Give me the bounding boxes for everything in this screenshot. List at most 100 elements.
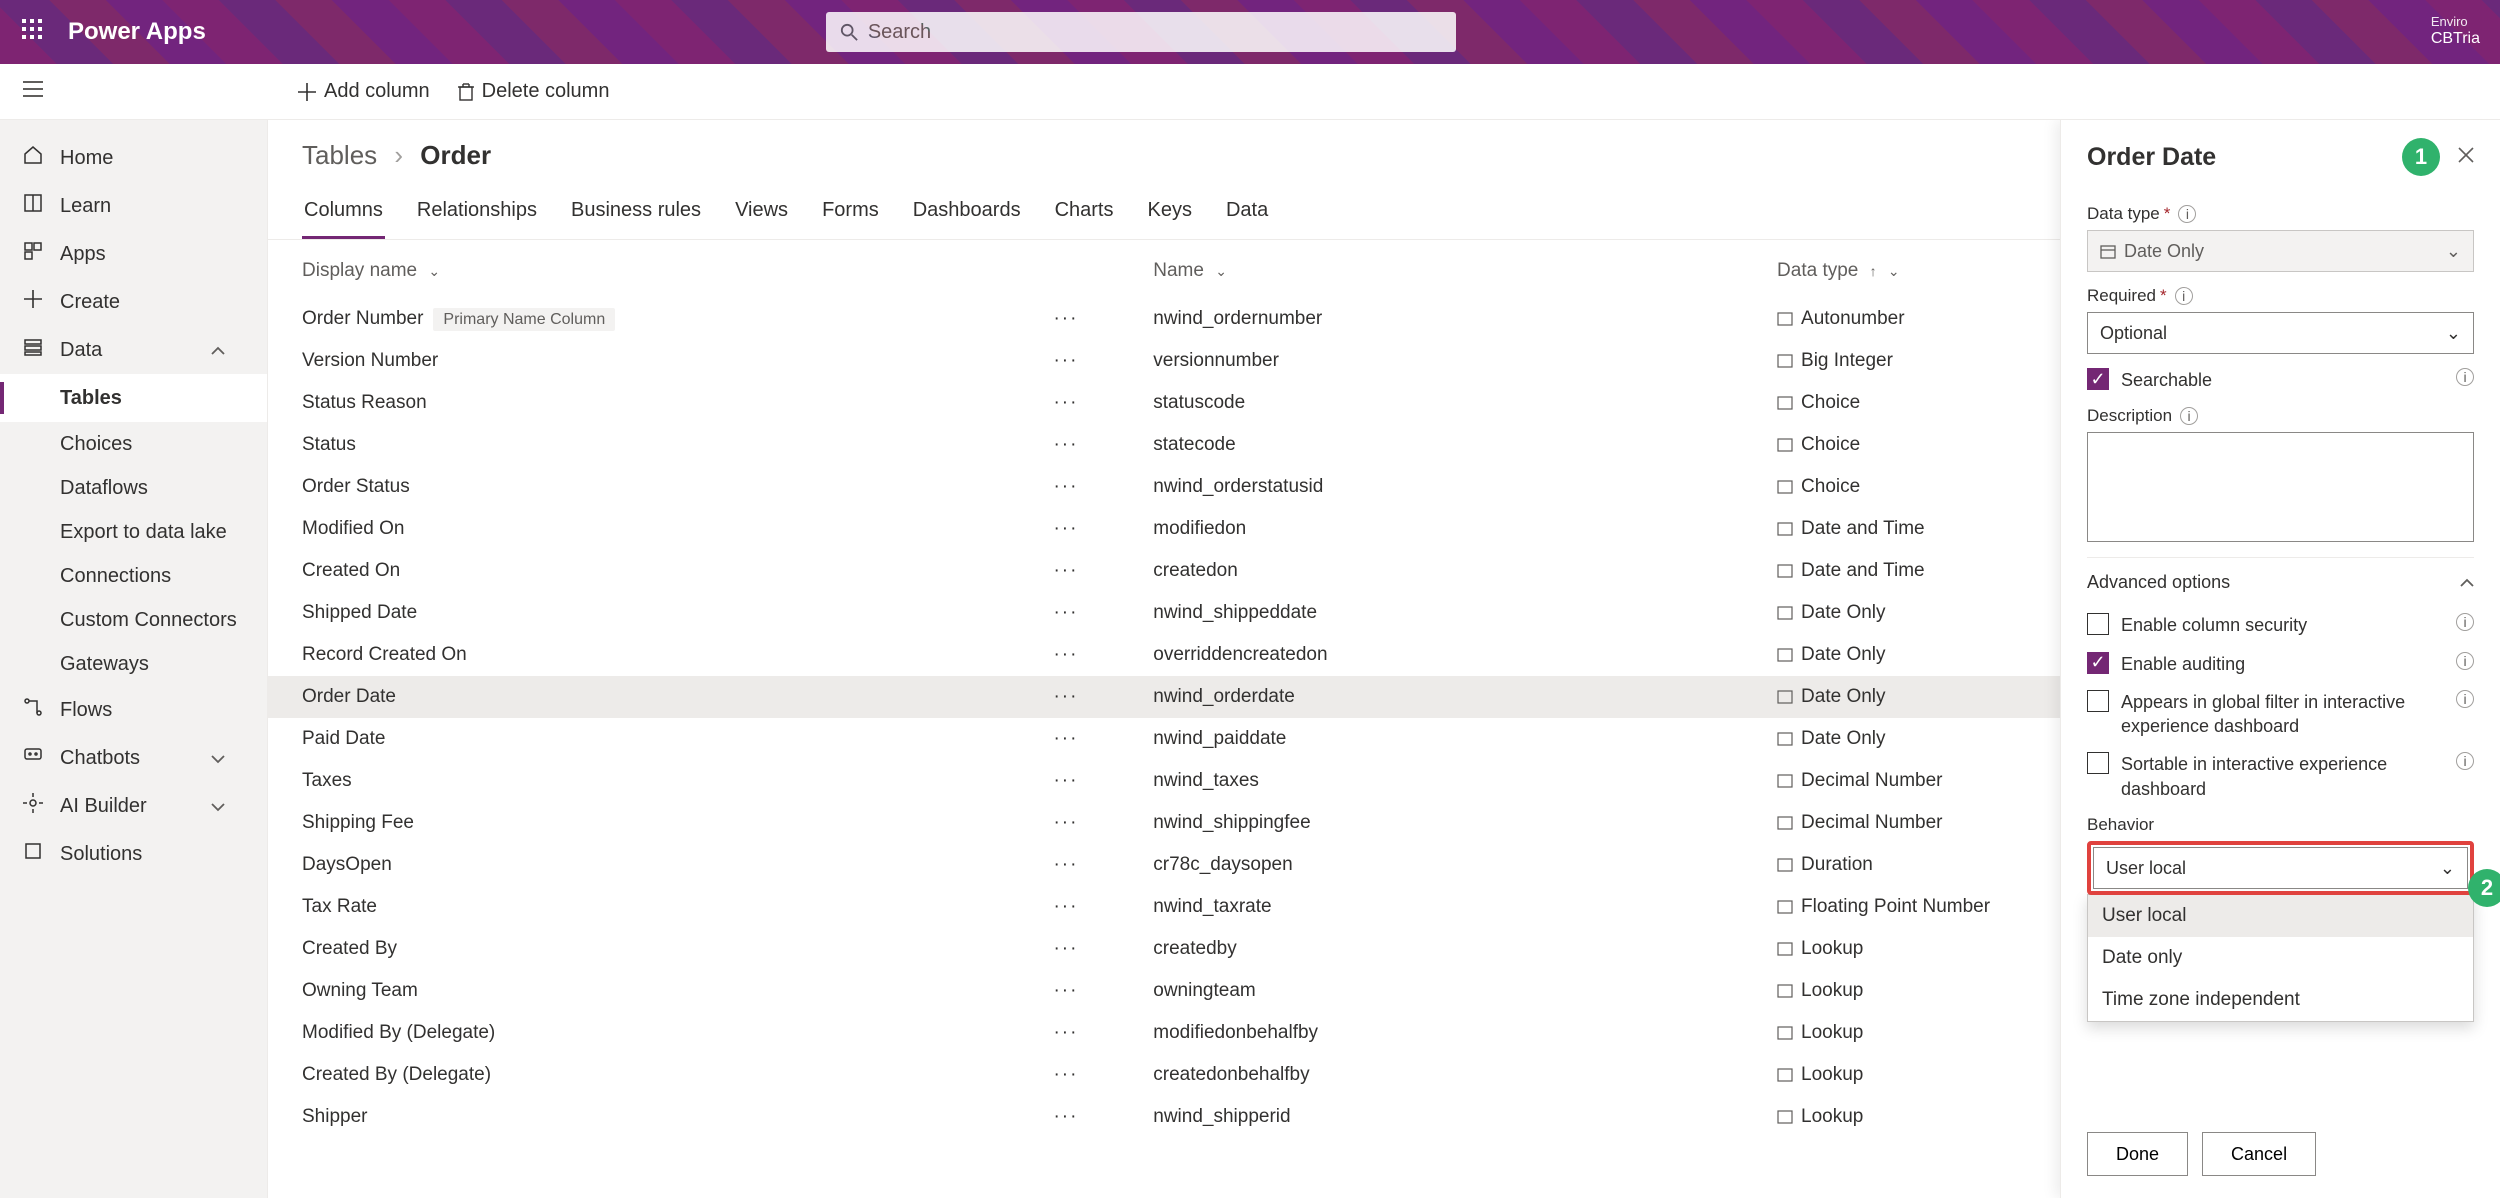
row-more-icon[interactable]: ···	[1041, 424, 1141, 466]
row-more-icon[interactable]: ···	[1041, 676, 1141, 718]
behavior-option[interactable]: Date only	[2088, 937, 2473, 979]
environment-picker[interactable]: Enviro CBTria	[2431, 15, 2480, 48]
solutions-icon	[22, 841, 44, 867]
tab-relationships[interactable]: Relationships	[415, 189, 539, 239]
label-behavior: Behavior	[2087, 815, 2474, 835]
chevron-down-icon: ⌄	[1888, 263, 1900, 279]
row-more-icon[interactable]: ···	[1041, 760, 1141, 802]
chatbot-icon	[22, 745, 44, 771]
behavior-option[interactable]: User local	[2088, 895, 2473, 937]
row-more-icon[interactable]: ···	[1041, 802, 1141, 844]
textarea-description[interactable]	[2087, 432, 2474, 542]
info-icon[interactable]: i	[2175, 287, 2193, 305]
info-icon[interactable]: i	[2456, 652, 2474, 670]
waffle-icon[interactable]	[0, 19, 64, 45]
tab-data[interactable]: Data	[1224, 189, 1270, 239]
breadcrumb-root[interactable]: Tables	[302, 140, 377, 170]
ai-icon	[22, 793, 44, 819]
header-name[interactable]: Name ⌄	[1141, 240, 1765, 298]
nav-choices[interactable]: Choices	[0, 422, 267, 466]
cell-display-name: Shipped Date	[268, 592, 1041, 634]
row-more-icon[interactable]: ···	[1041, 928, 1141, 970]
tab-keys[interactable]: Keys	[1145, 189, 1193, 239]
info-icon[interactable]: i	[2456, 690, 2474, 708]
command-bar: Add column Delete column	[0, 64, 2500, 120]
cell-name: nwind_ordernumber	[1141, 298, 1765, 340]
chevron-down-icon: ⌄	[2446, 241, 2461, 262]
checkbox-sortable-dashboard[interactable]: Sortable in interactive experience dashb…	[2087, 752, 2474, 801]
checkbox-searchable[interactable]: ✓ Searchable i	[2087, 368, 2474, 392]
close-icon[interactable]	[2458, 146, 2474, 169]
row-more-icon[interactable]: ···	[1041, 970, 1141, 1012]
row-more-icon[interactable]: ···	[1041, 592, 1141, 634]
tab-dashboards[interactable]: Dashboards	[911, 189, 1023, 239]
nav-home[interactable]: Home	[0, 134, 267, 182]
row-more-icon[interactable]: ···	[1041, 718, 1141, 760]
nav-apps[interactable]: Apps	[0, 230, 267, 278]
chevron-down-icon	[207, 795, 245, 818]
app-brand[interactable]: Power Apps	[68, 18, 206, 46]
tab-forms[interactable]: Forms	[820, 189, 881, 239]
nav-learn[interactable]: Learn	[0, 182, 267, 230]
checkbox-column-security[interactable]: Enable column security i	[2087, 613, 2474, 637]
row-more-icon[interactable]: ···	[1041, 886, 1141, 928]
nav-tables[interactable]: Tables	[0, 374, 267, 422]
cell-display-name: Modified By (Delegate)	[268, 1012, 1041, 1054]
search-placeholder: Search	[868, 21, 931, 44]
row-more-icon[interactable]: ···	[1041, 382, 1141, 424]
done-button[interactable]: Done	[2087, 1132, 2188, 1176]
nav-flows[interactable]: Flows	[0, 686, 267, 734]
tab-columns[interactable]: Columns	[302, 189, 385, 239]
row-more-icon[interactable]: ···	[1041, 1054, 1141, 1096]
hamburger-icon[interactable]	[18, 80, 48, 103]
checkbox-global-filter[interactable]: Appears in global filter in interactive …	[2087, 690, 2474, 739]
nav-dataflows[interactable]: Dataflows	[0, 466, 267, 510]
nav-chatbots[interactable]: Chatbots	[0, 734, 267, 782]
row-more-icon[interactable]: ···	[1041, 508, 1141, 550]
checkbox-icon: ✓	[2087, 652, 2109, 674]
cell-name: cr78c_daysopen	[1141, 844, 1765, 886]
row-more-icon[interactable]: ···	[1041, 1096, 1141, 1138]
row-more-icon[interactable]: ···	[1041, 340, 1141, 382]
info-icon[interactable]: i	[2456, 368, 2474, 386]
info-icon[interactable]: i	[2178, 205, 2196, 223]
row-more-icon[interactable]: ···	[1041, 298, 1141, 340]
row-more-icon[interactable]: ···	[1041, 466, 1141, 508]
nav-solutions[interactable]: Solutions	[0, 830, 267, 878]
behavior-highlight: User local ⌄ 2	[2087, 841, 2474, 895]
tab-business-rules[interactable]: Business rules	[569, 189, 703, 239]
label-description: Descriptioni	[2087, 406, 2474, 426]
nav-custom-connectors[interactable]: Custom Connectors	[0, 598, 267, 642]
checkbox-icon	[2087, 613, 2109, 635]
add-column-button[interactable]: Add column	[298, 80, 430, 103]
info-icon[interactable]: i	[2456, 752, 2474, 770]
cell-name: createdon	[1141, 550, 1765, 592]
tab-charts[interactable]: Charts	[1053, 189, 1116, 239]
row-more-icon[interactable]: ···	[1041, 1012, 1141, 1054]
primary-name-badge: Primary Name Column	[433, 308, 615, 331]
behavior-option[interactable]: Time zone independent	[2088, 979, 2473, 1021]
info-icon[interactable]: i	[2456, 613, 2474, 631]
nav-connections[interactable]: Connections	[0, 554, 267, 598]
select-required[interactable]: Optional ⌄	[2087, 312, 2474, 354]
nav-export-data-lake[interactable]: Export to data lake	[0, 510, 267, 554]
delete-column-button[interactable]: Delete column	[458, 80, 610, 103]
row-more-icon[interactable]: ···	[1041, 634, 1141, 676]
section-advanced-options[interactable]: Advanced options	[2087, 557, 2474, 599]
tab-views[interactable]: Views	[733, 189, 790, 239]
checkbox-auditing[interactable]: ✓ Enable auditing i	[2087, 652, 2474, 676]
nav-ai-builder[interactable]: AI Builder	[0, 782, 267, 830]
cell-name: createdonbehalfby	[1141, 1054, 1765, 1096]
select-behavior[interactable]: User local ⌄	[2093, 847, 2468, 889]
cell-name: owningteam	[1141, 970, 1765, 1012]
chevron-down-icon: ⌄	[428, 263, 440, 279]
row-more-icon[interactable]: ···	[1041, 844, 1141, 886]
row-more-icon[interactable]: ···	[1041, 550, 1141, 592]
nav-gateways[interactable]: Gateways	[0, 642, 267, 686]
nav-create[interactable]: Create	[0, 278, 267, 326]
cancel-button[interactable]: Cancel	[2202, 1132, 2316, 1176]
nav-data[interactable]: Data	[0, 326, 267, 374]
global-search[interactable]: Search	[826, 12, 1456, 52]
header-display-name[interactable]: Display name ⌄	[268, 240, 1041, 298]
info-icon[interactable]: i	[2180, 407, 2198, 425]
